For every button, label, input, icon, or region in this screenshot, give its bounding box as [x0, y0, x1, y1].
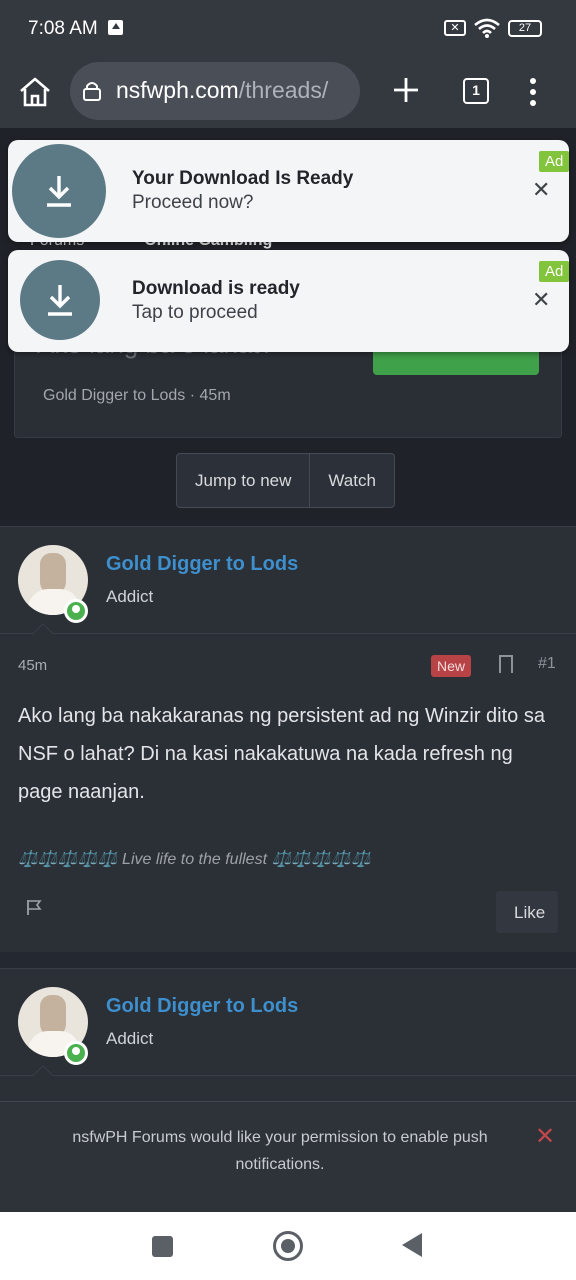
lock-icon: [83, 82, 101, 101]
post-time[interactable]: 45m: [18, 657, 47, 674]
post-body: Ako lang ba nakakaranas ng persistent ad…: [18, 705, 545, 803]
post-notch: [33, 623, 53, 643]
post-username[interactable]: Gold Digger to Lods: [106, 553, 298, 576]
download-icon: [20, 260, 100, 340]
home-icon[interactable]: [18, 76, 52, 108]
ad-title: Download is ready: [132, 278, 300, 299]
download-icon: [12, 144, 106, 238]
url-host: nsfwph.com: [116, 77, 239, 103]
system-navigation-bar: [0, 1212, 576, 1280]
clock: 7:08 AM: [28, 18, 98, 39]
push-permission-banner: nsfwPH Forums would like your permission…: [0, 1101, 576, 1212]
divider: [0, 633, 576, 634]
ad-label: Ad: [539, 151, 570, 172]
url-path: /threads/: [238, 77, 329, 103]
tab-count-button[interactable]: 1: [463, 78, 489, 104]
close-icon[interactable]: ✕: [532, 177, 550, 203]
browser-toolbar: nsfwph.com/threads/ 1: [0, 58, 576, 128]
online-status-icon: [64, 1041, 88, 1065]
new-badge: New: [431, 655, 472, 677]
post-signature: ⚖️⚖️⚖️⚖️⚖️ Live life to the fullest ⚖️⚖️…: [18, 851, 372, 868]
battery-icon: 27: [508, 20, 542, 37]
no-sim-icon: ✕: [444, 20, 466, 36]
url-text: nsfwph.com/threads/: [116, 77, 328, 104]
close-icon[interactable]: ✕: [532, 287, 550, 313]
divider: [0, 1075, 576, 1076]
post-usertitle: Addict: [106, 587, 154, 606]
ad-subtitle: Proceed now?: [132, 192, 254, 213]
report-flag-icon[interactable]: [26, 899, 42, 915]
online-status-icon: [64, 599, 88, 623]
ad-title: Your Download Is Ready: [132, 168, 354, 189]
wifi-icon: [474, 18, 500, 38]
home-nav-icon[interactable]: [273, 1231, 303, 1261]
post-notch: [33, 1065, 53, 1085]
post: Gold Digger to Lods Addict: [0, 968, 576, 1102]
jump-to-new-button[interactable]: Jump to new: [177, 454, 309, 507]
ad-subtitle: Tap to proceed: [132, 302, 258, 323]
thread-meta: Gold Digger to Lods · 45m: [43, 387, 231, 404]
post-number[interactable]: #1: [538, 655, 556, 673]
ad-notification[interactable]: Download is ready Tap to proceed ✕ Ad: [8, 250, 570, 352]
more-menu-icon[interactable]: [530, 78, 538, 106]
ad-notification[interactable]: Your Download Is Ready Proceed now? ✕ Ad: [8, 140, 570, 242]
watch-button[interactable]: Watch: [309, 454, 394, 507]
post-username[interactable]: Gold Digger to Lods: [106, 995, 298, 1018]
thread-controls: Jump to new Watch: [176, 453, 395, 508]
like-button[interactable]: Like: [496, 891, 558, 933]
push-permission-text: nsfwPH Forums would like your permission…: [72, 1129, 488, 1173]
ad-label: Ad: [539, 261, 570, 282]
close-icon[interactable]: ✕: [535, 1122, 555, 1151]
post: Gold Digger to Lods Addict 45m New #1 Ak…: [0, 526, 576, 952]
post-usertitle: Addict: [106, 1029, 154, 1048]
address-bar[interactable]: nsfwph.com/threads/: [70, 62, 360, 120]
bookmark-icon[interactable]: [499, 655, 513, 673]
recents-icon[interactable]: [152, 1236, 173, 1257]
back-icon[interactable]: [402, 1233, 422, 1257]
status-bar: 7:08 AM ✕ 27: [0, 0, 576, 58]
new-tab-icon[interactable]: [392, 76, 420, 104]
upload-notification-icon: [108, 20, 123, 35]
